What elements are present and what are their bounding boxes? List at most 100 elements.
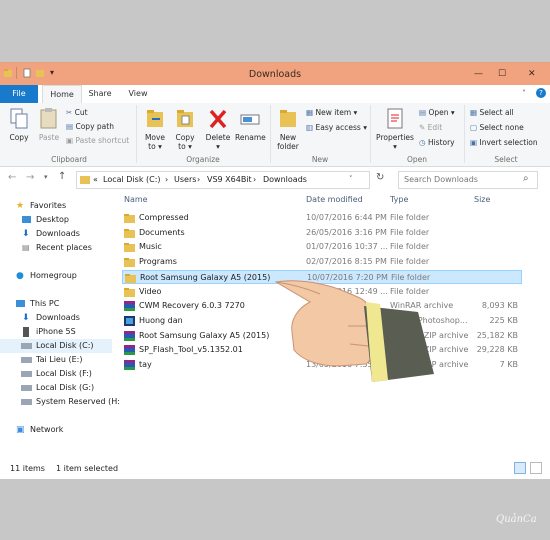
edit-icon: ✎ — [419, 123, 428, 132]
network-icon: ▣ — [16, 425, 25, 435]
nav-local-disk-c[interactable]: Local Disk (C:) — [0, 339, 112, 353]
nav-system-reserved-h[interactable]: System Reserved (H: — [0, 395, 120, 409]
scissors-icon: ✂ — [66, 108, 75, 117]
maximize-icon[interactable]: ☐ — [498, 69, 506, 79]
details-view-icon[interactable] — [514, 462, 526, 474]
copy-to-icon — [177, 110, 193, 127]
breadcrumb-overflow[interactable]: « — [93, 175, 98, 184]
file-size: 8,093 KB — [481, 301, 518, 311]
breadcrumb-vs9[interactable]: VS9 X64Bit — [207, 175, 252, 184]
breadcrumb-downloads[interactable]: Downloads — [263, 175, 307, 184]
breadcrumb-users[interactable]: Users — [174, 175, 196, 184]
edit-button[interactable]: ✎ Edit — [419, 123, 442, 132]
column-date-modified[interactable]: Date modified — [306, 195, 363, 204]
file-size: 7 KB — [499, 360, 518, 369]
nav-downloads[interactable]: ⬇ Downloads — [0, 227, 112, 241]
column-type[interactable]: Type — [390, 195, 408, 204]
search-box[interactable]: Search Downloads ⌕ — [398, 171, 538, 189]
tab-view[interactable]: View — [122, 85, 154, 103]
copy-button[interactable]: Copy — [6, 107, 32, 142]
tab-home[interactable]: Home — [42, 85, 82, 104]
nav-favorites[interactable]: ★ Favorites — [0, 199, 112, 213]
copy-to-button[interactable]: Copy to ▾ — [172, 107, 198, 151]
file-size: 29,228 KB — [476, 345, 518, 355]
drive-icon — [21, 399, 32, 405]
drive-icon — [21, 385, 32, 391]
file-name: CWM Recovery 6.0.3 7270 — [139, 301, 245, 311]
copy-path-button[interactable]: ▤ Copy path — [66, 122, 114, 131]
file-row[interactable]: Documents 26/05/2016 3:16 PM File folder — [122, 226, 522, 240]
ribbon-tabs: File Home Share View ˅ ? — [0, 85, 550, 104]
column-name[interactable]: Name — [124, 195, 148, 204]
select-group-label: Select — [494, 155, 518, 164]
file-name: Documents — [139, 227, 185, 237]
minimize-icon[interactable]: — — [474, 69, 483, 79]
easy-access-button[interactable]: ▥ Easy access ▾ — [306, 123, 367, 132]
paste-shortcut-button[interactable]: ▣ Paste shortcut — [66, 136, 129, 145]
invert-selection-button[interactable]: ▣ Invert selection — [470, 138, 538, 147]
drive-icon — [21, 343, 32, 349]
cut-button[interactable]: ✂ Cut — [66, 108, 88, 117]
history-button[interactable]: ◷ History — [419, 138, 455, 147]
open-button[interactable]: ▤ Open ▾ — [419, 108, 455, 117]
breadcrumb-sep[interactable]: › — [197, 175, 200, 184]
downloads-icon: ⬇ — [22, 313, 30, 323]
file-type: File folder — [390, 227, 430, 237]
address-dropdown-icon[interactable]: ˅ — [349, 175, 353, 183]
nav-iphone[interactable]: iPhone 5S — [0, 325, 112, 339]
breadcrumb-sep[interactable]: › — [165, 175, 168, 184]
file-size: 25,182 KB — [476, 330, 518, 340]
select-all-button[interactable]: ▦ Select all — [470, 108, 514, 117]
homegroup-icon: ● — [16, 271, 24, 281]
breadcrumb-local-disk[interactable]: Local Disk (C:) — [103, 175, 161, 184]
move-to-button[interactable]: Move to ▾ — [142, 107, 168, 151]
tab-share[interactable]: Share — [84, 85, 116, 103]
rename-button[interactable]: Rename — [235, 107, 266, 142]
pointing-hand-icon — [274, 280, 434, 382]
nav-network[interactable]: ▣ Network — [0, 423, 112, 437]
properties-button[interactable]: Properties ▾ — [375, 107, 415, 151]
new-folder-button[interactable]: New folder — [275, 107, 301, 151]
large-icons-view-icon[interactable] — [530, 462, 542, 474]
rename-icon — [240, 114, 260, 125]
nav-recent-places[interactable]: ▤ Recent places — [0, 241, 112, 255]
file-name: Huong dan — [139, 315, 183, 325]
column-size[interactable]: Size — [474, 195, 490, 204]
file-row[interactable]: Compressed 10/07/2016 6:44 PM File folder — [122, 211, 522, 225]
address-box[interactable]: « Local Disk (C:) › Users › VS9 X64Bit ›… — [76, 171, 370, 189]
file-date: 01/07/2016 10:37 ... — [306, 242, 388, 252]
address-bar-row: ← → ▾ ↑ « Local Disk (C:) › Users › VS9 … — [0, 167, 550, 191]
delete-button[interactable]: Delete ▾ — [205, 107, 231, 151]
expand-ribbon-icon[interactable]: ˅ — [522, 89, 526, 98]
file-name: Compressed — [139, 213, 189, 222]
title-bar: ▾ Downloads — ☐ ✕ — [0, 63, 550, 85]
help-icon[interactable]: ? — [536, 88, 546, 98]
nav-tai-lieu-e[interactable]: Tai Lieu (E:) — [0, 353, 112, 367]
delete-icon — [209, 109, 227, 129]
paste-button[interactable]: Paste — [36, 107, 62, 142]
search-icon[interactable]: ⌕ — [523, 173, 529, 184]
nav-local-disk-g[interactable]: Local Disk (G:) — [0, 381, 112, 395]
breadcrumb-sep[interactable]: › — [253, 175, 256, 184]
select-none-button[interactable]: ▢ Select none — [470, 123, 524, 132]
file-name: Root Samsung Galaxy A5 (2015) — [139, 330, 270, 340]
file-type: File folder — [390, 213, 430, 222]
tab-file[interactable]: File — [0, 85, 38, 103]
search-input[interactable]: Search Downloads — [404, 175, 478, 184]
pc-icon — [16, 300, 25, 307]
move-to-icon — [147, 110, 163, 127]
nav-homegroup[interactable]: ● Homegroup — [0, 269, 112, 283]
file-row[interactable]: Music 01/07/2016 10:37 ... File folder — [122, 240, 522, 254]
nav-this-pc[interactable]: This PC — [0, 297, 112, 311]
nav-desktop[interactable]: Desktop — [0, 213, 112, 227]
nav-local-disk-f[interactable]: Local Disk (F:) — [0, 367, 112, 381]
close-icon[interactable]: ✕ — [528, 69, 536, 79]
refresh-icon[interactable]: ↻ — [376, 172, 384, 183]
nav-pc-downloads[interactable]: ⬇ Downloads — [0, 311, 112, 325]
back-icon[interactable]: ← — [8, 172, 16, 183]
recent-locations-icon[interactable]: ▾ — [44, 173, 48, 181]
forward-icon[interactable]: → — [26, 172, 34, 183]
new-item-button[interactable]: ▦ New item ▾ — [306, 108, 357, 117]
new-folder-icon — [280, 110, 296, 127]
up-icon[interactable]: ↑ — [58, 171, 66, 182]
